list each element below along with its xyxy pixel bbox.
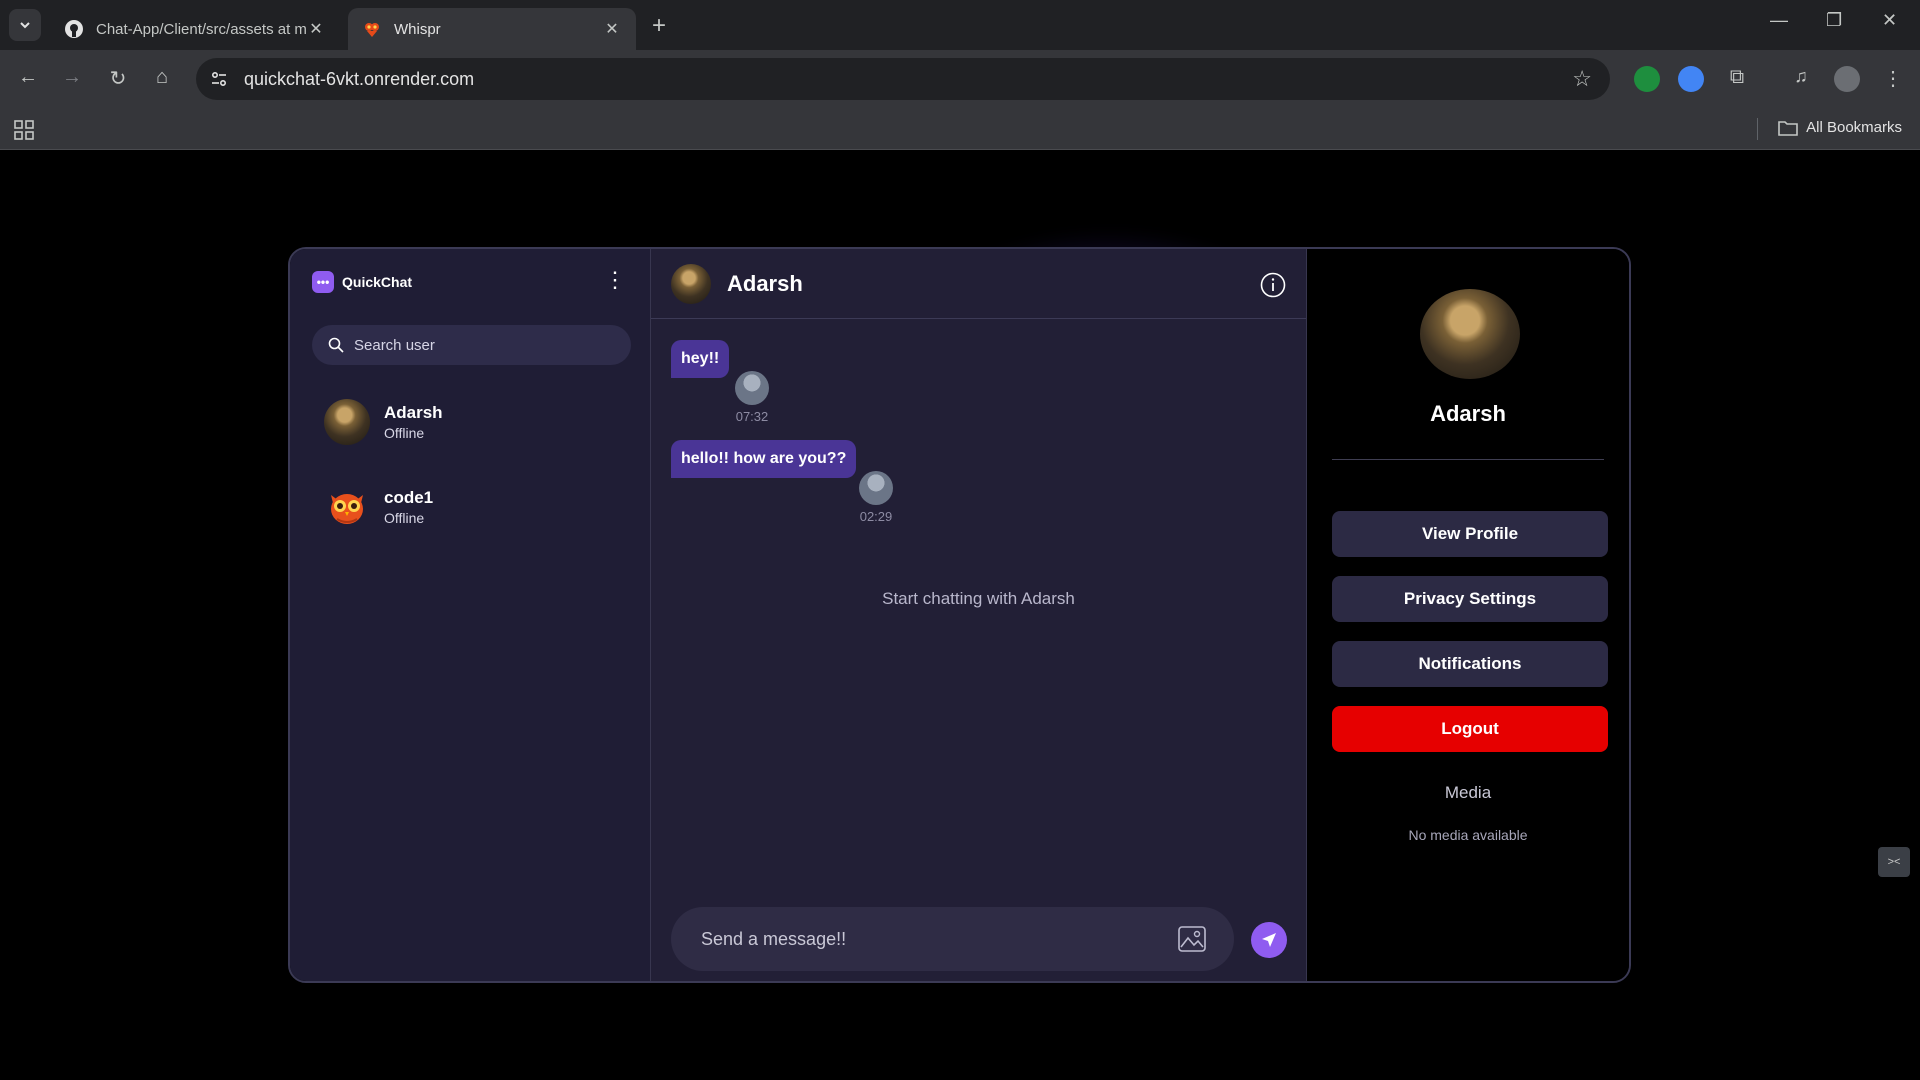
owl-avatar-icon xyxy=(324,484,370,530)
avatar xyxy=(671,263,711,304)
new-tab-icon[interactable]: + xyxy=(652,12,666,40)
search-input[interactable] xyxy=(354,336,604,354)
notifications-button[interactable]: Notifications xyxy=(1332,641,1608,687)
sidebar: ••• QuickChat ⋮ Adarsh Offline xyxy=(290,249,651,981)
send-icon xyxy=(1262,933,1276,947)
close-tab-icon[interactable]: ✕ xyxy=(602,19,622,39)
chat-app-window: ••• QuickChat ⋮ Adarsh Offline xyxy=(288,247,1631,983)
avatar xyxy=(859,471,893,505)
reload-icon[interactable]: ↻ xyxy=(104,66,132,91)
start-chatting-note: Start chatting with Adarsh xyxy=(882,589,1075,608)
user-status: Offline xyxy=(384,425,425,441)
bookmark-star-icon[interactable]: ☆ xyxy=(1572,66,1592,92)
home-icon[interactable]: ⌂ xyxy=(148,66,176,89)
tab-title: Whispr xyxy=(394,20,441,38)
browser-toolbar: ← → ↻ ⌂ quickchat-6vkt.onrender.com ☆ ⧉ … xyxy=(0,50,1920,108)
url-text: quickchat-6vkt.onrender.com xyxy=(244,68,475,89)
back-icon[interactable]: ← xyxy=(14,66,42,89)
user-status: Offline xyxy=(384,510,425,526)
minimize-icon[interactable]: — xyxy=(1770,10,1788,31)
tab-search-button[interactable] xyxy=(9,9,41,41)
browser-tab-strip: Chat-App/Client/src/assets at m ✕ Whispr… xyxy=(0,0,1920,50)
brand: ••• QuickChat xyxy=(312,271,412,293)
message-bubble: hey!! xyxy=(671,340,730,378)
devtools-toggle-icon[interactable]: >< xyxy=(1878,847,1910,877)
grammarly-icon[interactable] xyxy=(1634,66,1660,92)
tab-whispr[interactable]: Whispr ✕ xyxy=(348,8,636,50)
image-upload-icon[interactable] xyxy=(1178,926,1206,952)
avatar xyxy=(324,399,370,445)
user-name: Adarsh xyxy=(384,403,443,422)
folder-icon xyxy=(1778,120,1798,136)
avatar xyxy=(735,371,769,405)
menu-kebab-icon[interactable]: ⋮ xyxy=(1880,66,1906,92)
github-icon xyxy=(64,19,84,39)
view-profile-button[interactable]: View Profile xyxy=(1332,511,1608,557)
site-info-icon[interactable] xyxy=(206,66,232,92)
close-tab-icon[interactable]: ✕ xyxy=(306,19,326,39)
divider xyxy=(1757,118,1758,140)
chat-logo-icon: ••• xyxy=(312,271,334,293)
profile-name: Adarsh xyxy=(1430,401,1506,426)
brand-name: QuickChat xyxy=(342,274,413,290)
send-button[interactable] xyxy=(1251,922,1287,958)
more-options-icon[interactable]: ⋮ xyxy=(604,269,626,291)
bookmarks-bar: All Bookmarks xyxy=(0,108,1920,150)
message-time: 02:29 xyxy=(859,509,893,524)
user-name: code1 xyxy=(384,488,434,507)
message-input[interactable] xyxy=(701,928,1141,950)
close-window-icon[interactable]: ✕ xyxy=(1882,10,1897,31)
no-media-text: No media available xyxy=(1408,827,1528,843)
translate-icon[interactable] xyxy=(1678,66,1704,92)
message-composer xyxy=(671,907,1234,971)
page-viewport: ••• QuickChat ⋮ Adarsh Offline xyxy=(0,151,1920,1080)
media-control-icon[interactable]: ♫ xyxy=(1788,66,1814,92)
privacy-settings-button[interactable]: Privacy Settings xyxy=(1332,576,1608,622)
all-bookmarks-label: All Bookmarks xyxy=(1806,119,1902,136)
forward-icon[interactable]: → xyxy=(58,66,86,89)
tab-github[interactable]: Chat-App/Client/src/assets at m ✕ xyxy=(50,8,340,50)
media-title: Media xyxy=(1444,783,1492,802)
site-favicon-icon xyxy=(362,19,382,39)
chat-header: Adarsh xyxy=(651,249,1306,319)
message-meta: 02:29 xyxy=(859,471,893,524)
user-list-item[interactable]: Adarsh Offline xyxy=(324,399,443,445)
chat-panel: Adarsh hey!! 07:32 hello!! how are you??… xyxy=(651,249,1307,981)
message-time: 07:32 xyxy=(735,409,769,424)
extensions-icon[interactable]: ⧉ xyxy=(1724,66,1750,92)
all-bookmarks-button[interactable]: All Bookmarks xyxy=(1778,119,1902,136)
profile-avatar-icon[interactable] xyxy=(1834,66,1860,92)
tab-title: Chat-App/Client/src/assets at m xyxy=(96,20,306,38)
profile-panel: Adarsh View Profile Privacy Settings Not… xyxy=(1307,249,1629,981)
user-list-item[interactable]: code1 Offline xyxy=(324,484,433,530)
chevron-down-icon xyxy=(20,22,30,29)
address-bar[interactable]: quickchat-6vkt.onrender.com ☆ xyxy=(196,58,1610,100)
restore-icon[interactable]: ❐ xyxy=(1826,10,1842,31)
info-icon[interactable] xyxy=(1260,272,1286,298)
search-icon xyxy=(328,337,344,353)
message-meta: 07:32 xyxy=(735,371,769,424)
search-box[interactable] xyxy=(312,325,631,365)
message-bubble: hello!! how are you?? xyxy=(671,440,857,478)
profile-avatar xyxy=(1420,289,1520,379)
logout-button[interactable]: Logout xyxy=(1332,706,1608,752)
chat-contact-name: Adarsh xyxy=(727,270,803,296)
divider xyxy=(1332,459,1604,460)
apps-grid-icon[interactable] xyxy=(14,120,34,145)
